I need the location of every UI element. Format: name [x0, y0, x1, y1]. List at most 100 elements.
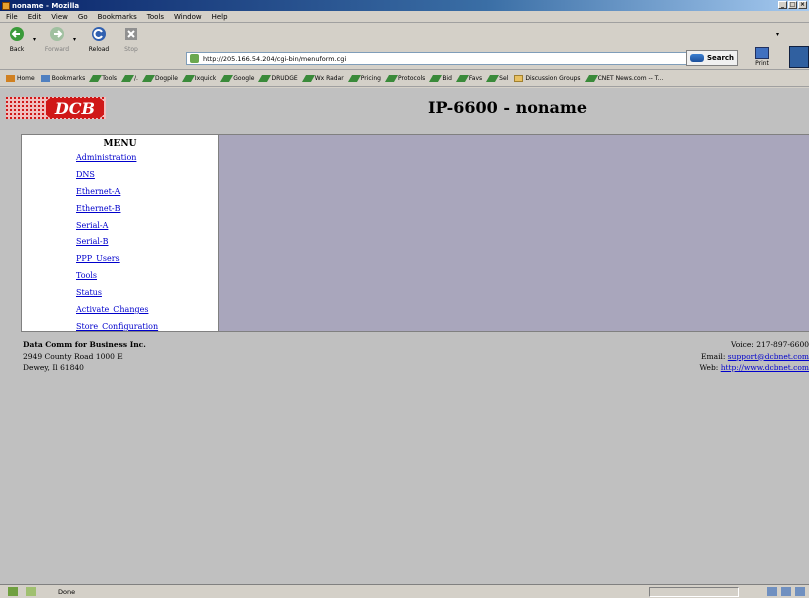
bookmark-icon: [258, 75, 272, 82]
menu-heading: MENU: [103, 139, 137, 149]
forward-label: Forward: [44, 46, 70, 53]
menu-link-administration[interactable]: Administration: [76, 150, 218, 167]
menu-bookmarks[interactable]: Bookmarks: [98, 13, 137, 21]
bookmark-protocols[interactable]: Protocols: [384, 75, 425, 82]
voice-number: Voice: 217-897-6600: [731, 340, 809, 349]
address-line-1: 2949 County Road 1000 E: [23, 351, 123, 361]
navigation-toolbar: Back ▾ Forward ▾ Reload Stop http://205.…: [0, 23, 809, 70]
search-icon: [689, 54, 704, 62]
page-content: DCB IP-6600 - noname MENU Administration…: [0, 88, 809, 584]
online-icon[interactable]: [767, 587, 777, 596]
menu-link-tools[interactable]: Tools: [76, 268, 218, 285]
bookmark-ixquick[interactable]: Ixquick: [181, 75, 216, 82]
forward-arrow-icon: [50, 27, 64, 41]
bookmark-icon: [455, 75, 469, 82]
bookmarks-toolbar: Home Bookmarks Tools /. Dogpile Ixquick …: [0, 71, 809, 87]
email-line: Email: support@dcbnet.com: [701, 351, 809, 361]
bookmark-icon: [89, 75, 103, 82]
stop-button[interactable]: Stop: [116, 26, 146, 53]
home-icon: [6, 75, 15, 82]
bookmark-slashdot[interactable]: /.: [121, 75, 138, 82]
web-link[interactable]: http://www.dcbnet.com: [721, 363, 809, 372]
bookmark-bookmarks[interactable]: Bookmarks: [40, 75, 85, 82]
bookmark-discussion-groups[interactable]: Discussion Groups: [514, 75, 581, 82]
bookmark-favs[interactable]: Favs: [455, 75, 482, 82]
menu-link-store-configuration[interactable]: Store_Configuration: [76, 319, 218, 336]
status-bar: Done: [0, 584, 809, 598]
menu-go[interactable]: Go: [78, 13, 88, 21]
menu-window[interactable]: Window: [174, 13, 202, 21]
taskbar-icon[interactable]: [8, 587, 18, 596]
folder-icon: [514, 75, 524, 82]
bookmark-cnet-news[interactable]: CNET News.com -- T...: [584, 75, 663, 82]
web-line: Web: http://www.dcbnet.com: [699, 363, 809, 372]
svg-text:DCB: DCB: [54, 99, 95, 118]
company-name: Data Comm for Business Inc.: [23, 340, 146, 349]
print-dropdown-icon[interactable]: ▾: [776, 31, 779, 38]
bookmark-bid[interactable]: Bid: [429, 75, 452, 82]
bookmark-drudge[interactable]: DRUDGE: [258, 75, 298, 82]
forward-dropdown-icon[interactable]: ▾: [73, 36, 76, 43]
email-link[interactable]: support@dcbnet.com: [728, 352, 809, 361]
menu-link-ethernet-a[interactable]: Ethernet-A: [76, 184, 218, 201]
url-bar[interactable]: http://205.166.54.204/cgi-bin/menuform.c…: [186, 52, 722, 65]
security-icon: [26, 587, 36, 596]
menu-file[interactable]: File: [6, 13, 18, 21]
window-title: noname - Mozilla: [12, 1, 80, 10]
bookmarks-icon: [40, 75, 50, 82]
maximize-button[interactable]: □: [788, 1, 797, 9]
menu-help[interactable]: Help: [212, 13, 228, 21]
print-label: Print: [755, 60, 769, 67]
close-button[interactable]: ×: [798, 1, 807, 9]
page-title: IP-6600 - noname: [428, 98, 588, 117]
bookmark-icon: [584, 75, 598, 82]
bookmark-icon: [141, 75, 155, 82]
forward-button[interactable]: Forward: [42, 26, 72, 53]
bookmark-pricing[interactable]: Pricing: [347, 75, 381, 82]
main-frame: [219, 134, 809, 332]
popup-icon[interactable]: [781, 587, 791, 596]
bookmark-wx-radar[interactable]: Wx Radar: [301, 75, 344, 82]
minimize-button[interactable]: _: [778, 1, 787, 9]
bookmark-sel[interactable]: Sel: [486, 75, 508, 82]
menu-link-status[interactable]: Status: [76, 285, 218, 302]
window-controls: _ □ ×: [778, 1, 807, 9]
mozilla-icon: [2, 1, 10, 10]
printer-icon: [755, 47, 769, 59]
progress-field: [649, 587, 739, 597]
bookmark-google[interactable]: Google: [220, 75, 254, 82]
back-dropdown-icon[interactable]: ▾: [33, 36, 36, 43]
bookmark-home[interactable]: Home: [6, 75, 35, 82]
address-line-2: Dewey, Il 61840: [23, 363, 84, 372]
menu-link-ppp-users[interactable]: PPP_Users: [76, 251, 218, 268]
search-button[interactable]: Search: [686, 50, 738, 66]
bookmark-icon: [301, 75, 315, 82]
back-button[interactable]: Back: [2, 26, 32, 53]
mozilla-throbber-icon[interactable]: [789, 46, 809, 68]
menu-link-ethernet-b[interactable]: Ethernet-B: [76, 201, 218, 218]
page-icon: [190, 54, 199, 63]
bookmark-icon: [429, 75, 443, 82]
contact-info: Voice: 217-897-6600 Email: support@dcbne…: [699, 339, 809, 374]
search-label: Search: [706, 54, 735, 62]
reload-button[interactable]: Reload: [84, 26, 114, 53]
menu-link-serial-b[interactable]: Serial-B: [76, 234, 218, 251]
menu-link-activate-changes[interactable]: Activate_Changes: [76, 302, 218, 319]
bookmark-tools[interactable]: Tools: [89, 75, 117, 82]
menu-link-dns[interactable]: DNS: [76, 167, 218, 184]
menu-edit[interactable]: Edit: [28, 13, 42, 21]
menu-tools[interactable]: Tools: [147, 13, 164, 21]
menu-bar: File Edit View Go Bookmarks Tools Window…: [0, 11, 809, 23]
title-bar: noname - Mozilla _ □ ×: [0, 0, 809, 11]
menu-link-serial-a[interactable]: Serial-A: [76, 218, 218, 235]
reload-icon: [92, 27, 106, 41]
lock-icon[interactable]: [795, 587, 805, 596]
print-button[interactable]: Print: [748, 47, 776, 67]
company-address: Data Comm for Business Inc. 2949 County …: [23, 339, 146, 374]
bookmark-dogpile[interactable]: Dogpile: [141, 75, 178, 82]
menu-view[interactable]: View: [51, 13, 68, 21]
bookmark-icon: [486, 75, 500, 82]
back-label: Back: [9, 46, 25, 53]
url-text: http://205.166.54.204/cgi-bin/menuform.c…: [203, 54, 347, 63]
bookmark-icon: [220, 75, 234, 82]
